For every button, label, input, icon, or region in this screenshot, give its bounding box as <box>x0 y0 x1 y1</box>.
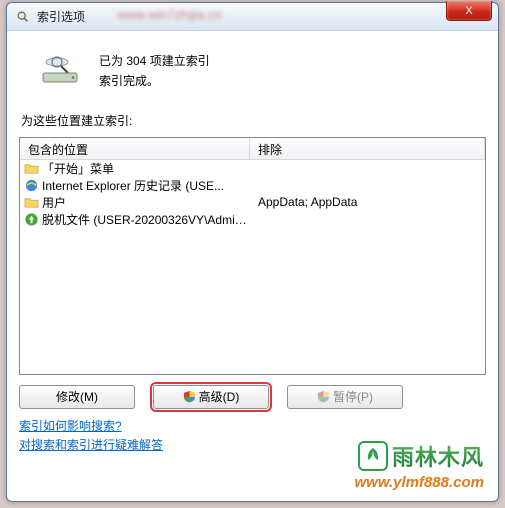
status-row: 已为 304 项建立索引 索引完成。 <box>39 49 486 92</box>
close-icon: X <box>465 5 472 17</box>
link-search-effect[interactable]: 索引如何影响搜索? <box>19 417 486 436</box>
watermark-url-blur: www.win7zhijia.cn <box>117 7 222 22</box>
list-header: 包含的位置 排除 <box>20 138 485 160</box>
status-line1: 已为 304 项建立索引 <box>99 51 210 71</box>
row-text: 用户 <box>42 194 66 211</box>
window-title: 索引选项 <box>37 8 85 25</box>
header-excluded[interactable]: 排除 <box>250 138 485 159</box>
index-drive-icon <box>39 49 83 85</box>
watermark: 雨林木风 www.ylmf888.com <box>355 440 485 491</box>
list-body: 「开始」菜单 Internet Explorer 历史记录 (USE... <box>20 160 485 374</box>
close-button[interactable]: X <box>446 1 492 21</box>
watermark-brand: 雨林木风 <box>392 440 484 472</box>
row-exclude: AppData; AppData <box>250 195 485 209</box>
list-item[interactable]: 「开始」菜单 <box>20 160 485 177</box>
dialog-window: 索引选项 www.win7zhijia.cn X 已为 304 项建立索引 索引… <box>6 2 499 502</box>
row-text: 脱机文件 (USER-20200326VY\Admin... <box>42 211 250 228</box>
uac-shield-icon <box>317 390 330 403</box>
modify-button[interactable]: 修改(M) <box>19 385 135 409</box>
folder-icon <box>24 161 39 176</box>
list-item[interactable]: 脱机文件 (USER-20200326VY\Admin... <box>20 211 485 228</box>
status-line2: 索引完成。 <box>99 71 210 91</box>
button-label: 修改(M) <box>56 388 98 405</box>
leaf-icon <box>358 441 388 471</box>
pause-button[interactable]: 暂停(P) <box>287 385 403 409</box>
search-icon <box>15 9 31 25</box>
offline-files-icon <box>24 212 39 227</box>
watermark-logo: 雨林木风 <box>355 440 485 472</box>
titlebar: 索引选项 www.win7zhijia.cn X <box>7 3 498 31</box>
watermark-url: www.ylmf888.com <box>355 474 485 491</box>
header-included[interactable]: 包含的位置 <box>20 138 250 159</box>
row-text: Internet Explorer 历史记录 (USE... <box>42 177 224 194</box>
button-label: 暂停(P) <box>333 388 373 405</box>
status-text: 已为 304 项建立索引 索引完成。 <box>99 49 210 92</box>
locations-list: 包含的位置 排除 「开始」菜单 <box>19 137 486 375</box>
folder-icon <box>24 195 39 210</box>
list-item[interactable]: Internet Explorer 历史记录 (USE... <box>20 177 485 194</box>
row-text: 「开始」菜单 <box>42 160 114 177</box>
advanced-button[interactable]: 高级(D) <box>153 385 269 409</box>
section-label: 为这些位置建立索引: <box>21 112 486 129</box>
dialog-content: 已为 304 项建立索引 索引完成。 为这些位置建立索引: 包含的位置 排除 「… <box>7 31 498 501</box>
ie-icon <box>24 178 39 193</box>
button-label: 高级(D) <box>199 388 240 405</box>
button-row: 修改(M) 高级(D) 暂停(P) <box>19 385 486 409</box>
uac-shield-icon <box>183 390 196 403</box>
list-item[interactable]: 用户 AppData; AppData <box>20 194 485 211</box>
